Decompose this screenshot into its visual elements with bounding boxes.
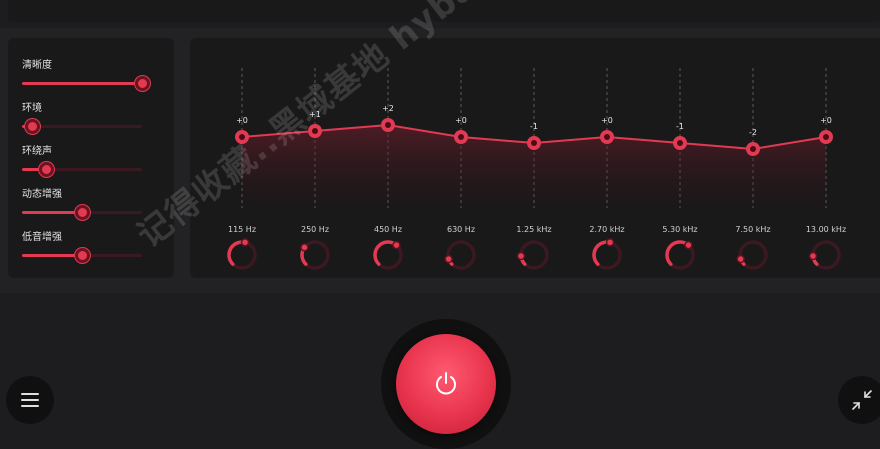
eq-frequency-label: 450 Hz bbox=[374, 225, 402, 234]
slider-label: 环境 bbox=[22, 103, 42, 114]
eq-frequency-label: 250 Hz bbox=[301, 225, 329, 234]
eq-frequency-label: 7.50 kHz bbox=[735, 225, 770, 234]
slider-track[interactable] bbox=[22, 119, 142, 134]
eq-frequency-label: 1.25 kHz bbox=[516, 225, 551, 234]
power-button[interactable] bbox=[396, 334, 496, 434]
knob-thumb[interactable] bbox=[684, 240, 693, 250]
eq-band-knob[interactable] bbox=[373, 240, 403, 270]
eq-gain-label: -1 bbox=[676, 122, 684, 131]
enhancer-slider[interactable]: 环境 bbox=[22, 103, 142, 134]
slider-thumb[interactable] bbox=[39, 162, 54, 177]
slider-fill bbox=[22, 254, 82, 257]
knob-thumb[interactable] bbox=[736, 254, 745, 264]
eq-frequency-label: 630 Hz bbox=[447, 225, 475, 234]
eq-gain-label: -1 bbox=[530, 122, 538, 131]
slider-thumb[interactable] bbox=[24, 119, 40, 134]
eq-gain-label: +0 bbox=[820, 116, 832, 125]
knob-thumb[interactable] bbox=[300, 243, 309, 252]
slider-fill bbox=[22, 82, 142, 85]
eq-band-handle-center bbox=[458, 134, 464, 140]
eq-band-handle-center bbox=[531, 140, 537, 146]
collapse-arrows-icon bbox=[852, 390, 872, 410]
eq-band-handle-center bbox=[604, 134, 610, 140]
enhancer-slider[interactable]: 环绕声 bbox=[22, 146, 142, 177]
slider-label: 低音增强 bbox=[22, 232, 62, 243]
eq-gain-label: +0 bbox=[601, 116, 613, 125]
eq-band-knob[interactable] bbox=[808, 240, 841, 270]
knob-thumb[interactable] bbox=[516, 251, 526, 261]
menu-button[interactable] bbox=[6, 376, 54, 424]
slider-label: 动态增强 bbox=[22, 189, 62, 200]
slider-thumb[interactable] bbox=[135, 76, 150, 91]
eq-frequency-label: 115 Hz bbox=[228, 225, 256, 234]
slider-track[interactable] bbox=[22, 248, 142, 263]
slider-track[interactable] bbox=[22, 76, 150, 91]
slider-label: 环绕声 bbox=[22, 146, 52, 157]
top-bar bbox=[8, 0, 880, 22]
slider-thumb[interactable] bbox=[75, 248, 90, 263]
eq-gain-label: +2 bbox=[382, 104, 394, 113]
eq-frequency-label: 2.70 kHz bbox=[589, 225, 624, 234]
eq-gain-label: +0 bbox=[236, 116, 248, 125]
eq-gain-label: +1 bbox=[309, 110, 321, 119]
power-icon bbox=[436, 372, 456, 395]
slider-fill bbox=[22, 211, 82, 214]
knob-thumb[interactable] bbox=[392, 240, 401, 250]
eq-frequency-label: 5.30 kHz bbox=[662, 225, 697, 234]
enhancer-slider[interactable]: 动态增强 bbox=[22, 189, 142, 220]
eq-band-handle-center bbox=[677, 140, 683, 146]
eq-band-knob[interactable] bbox=[300, 240, 330, 270]
eq-gain-label: +0 bbox=[455, 116, 467, 125]
eq-band-knob[interactable] bbox=[665, 240, 695, 270]
slider-thumb[interactable] bbox=[75, 205, 90, 220]
eq-band-knob[interactable] bbox=[592, 238, 622, 270]
eq-band-handle-center bbox=[750, 146, 756, 152]
knob-thumb[interactable] bbox=[605, 238, 615, 247]
eq-gain-label: -2 bbox=[749, 128, 757, 137]
knob-thumb[interactable] bbox=[444, 254, 453, 264]
eq-band-knob[interactable] bbox=[227, 238, 257, 270]
enhancer-slider[interactable]: 低音增强 bbox=[22, 232, 142, 263]
slider-track[interactable] bbox=[22, 162, 142, 177]
eq-band-handle-center bbox=[239, 134, 245, 140]
collapse-button[interactable] bbox=[838, 376, 880, 424]
eq-band-knob[interactable] bbox=[736, 240, 768, 270]
eq-frequency-label: 13.00 kHz bbox=[806, 225, 846, 234]
slider-track[interactable] bbox=[22, 205, 142, 220]
equalizer-graph: +0 115 Hz +1 250 Hz +2 450 Hz +0 630 Hz -1 1.25 k… bbox=[227, 68, 846, 270]
eq-band-knob[interactable] bbox=[516, 240, 549, 270]
eq-band-handle-center bbox=[312, 128, 318, 134]
enhancer-slider[interactable]: 清晰度 bbox=[22, 60, 150, 91]
knob-thumb[interactable] bbox=[240, 238, 250, 247]
eq-band-handle-center bbox=[823, 134, 829, 140]
slider-label: 清晰度 bbox=[22, 60, 52, 71]
eq-band-knob[interactable] bbox=[444, 240, 476, 270]
eq-band-handle-center bbox=[385, 122, 391, 128]
knob-thumb[interactable] bbox=[808, 251, 818, 261]
